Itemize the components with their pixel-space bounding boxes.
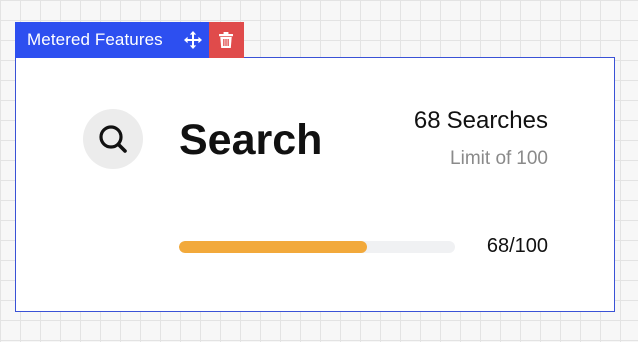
toolbar-label-container[interactable]: Metered Features	[15, 22, 209, 58]
component-toolbar: Metered Features	[15, 22, 244, 58]
usage-limit-value: 100	[516, 148, 548, 169]
move-button[interactable]	[177, 22, 209, 58]
usage-limit: Limit of 100	[450, 148, 548, 170]
usage-progress-fill	[179, 241, 367, 253]
usage-progress-text: 68/100	[486, 235, 548, 257]
move-arrows-icon	[183, 31, 202, 49]
feature-title: Search	[179, 116, 323, 164]
trash-icon	[219, 32, 234, 48]
usage-count-unit: Searches	[446, 107, 548, 134]
component-name-label[interactable]: Metered Features	[27, 30, 163, 50]
metered-feature-card[interactable]: Search 68 Searches Limit of 100 68/100	[15, 57, 615, 312]
usage-count: 68 Searches	[414, 107, 548, 135]
search-icon	[99, 125, 127, 153]
usage-limit-prefix: Limit of	[450, 148, 512, 169]
usage-count-value: 68	[413, 107, 441, 134]
delete-button[interactable]	[208, 22, 244, 58]
feature-icon-container	[83, 109, 143, 169]
usage-progress-bar	[179, 241, 455, 253]
